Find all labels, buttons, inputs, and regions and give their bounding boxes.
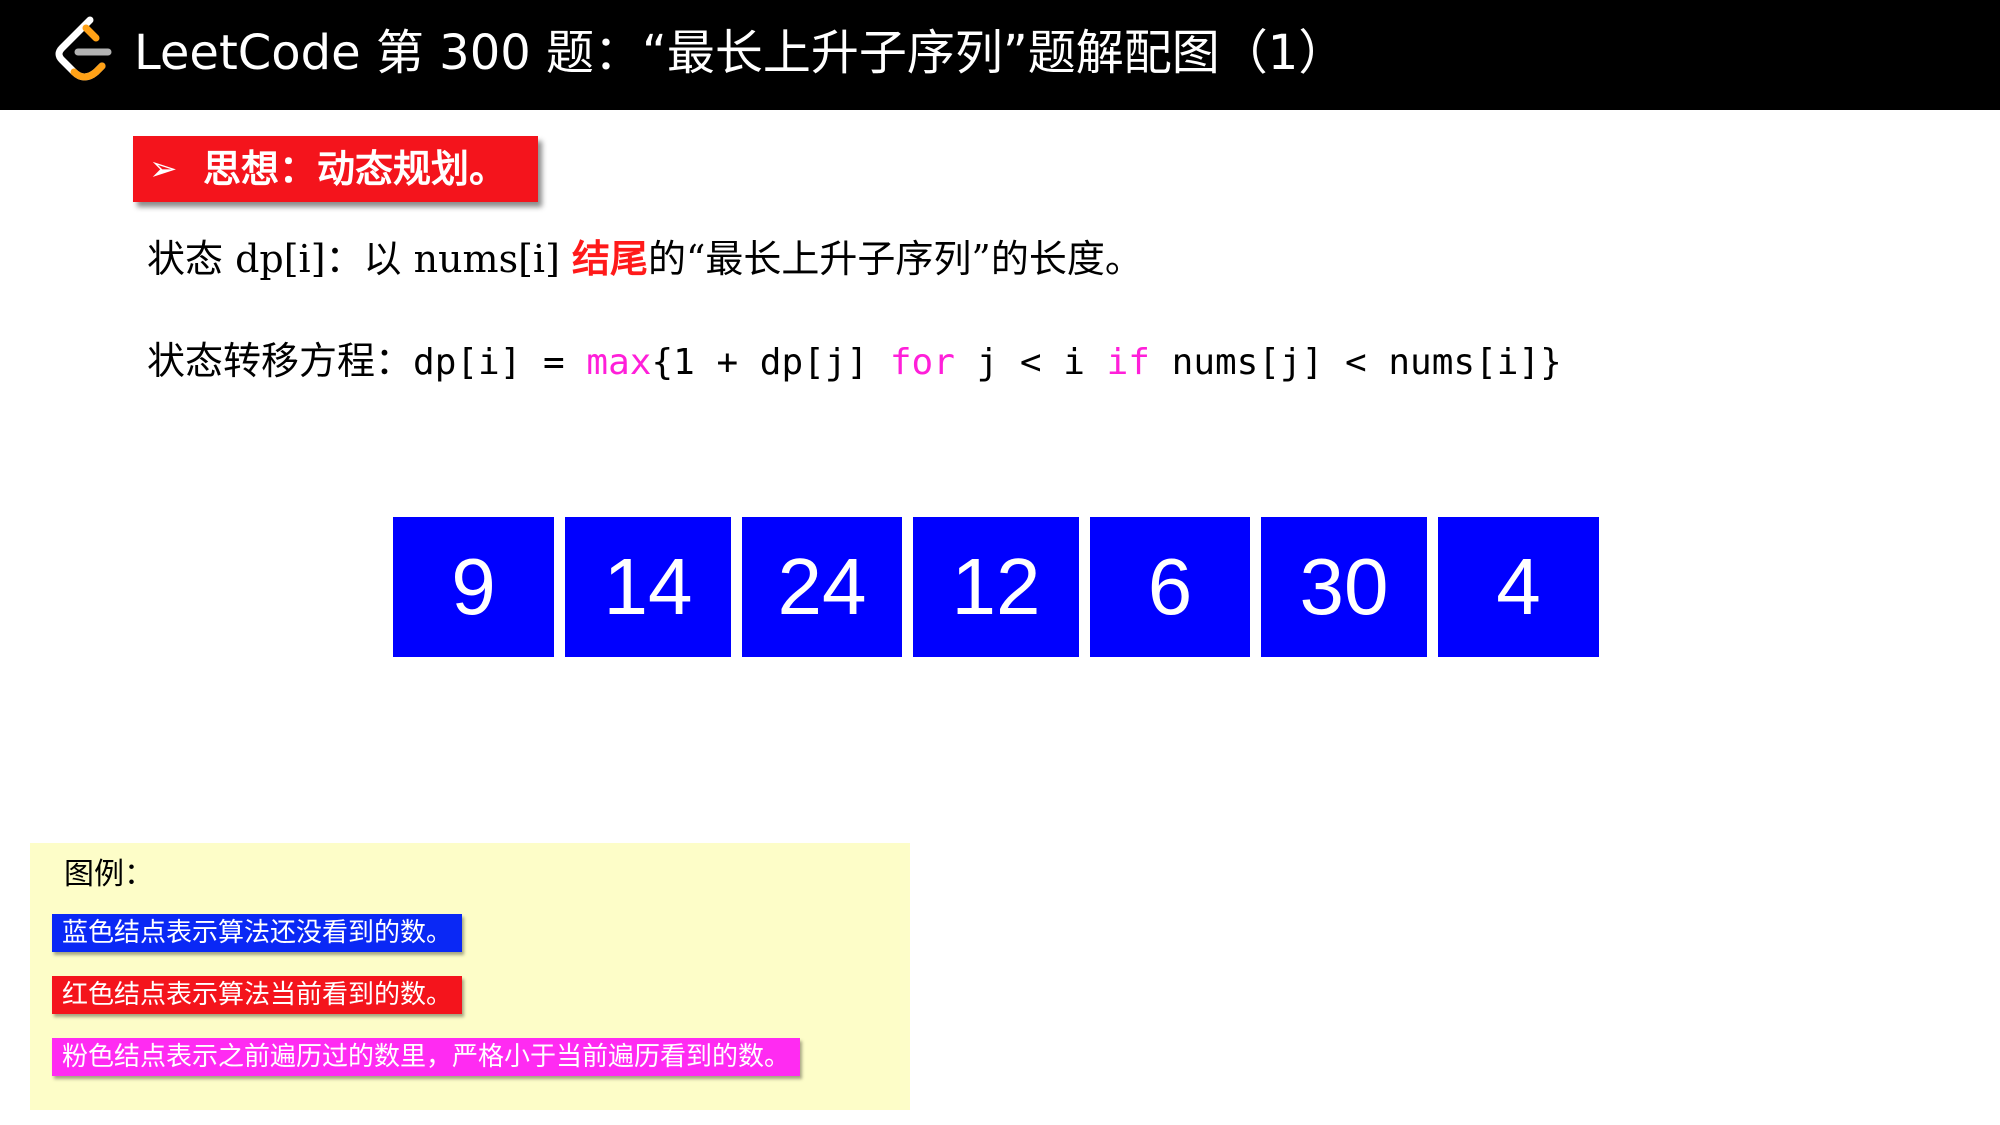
code-dp-term: {1 + dp[j] [651,342,890,383]
transition-equation: 状态转移方程：dp[i] = max{1 + dp[j] for j < i i… [147,328,1562,396]
array-cell: 24 [742,517,902,657]
keyword-for: for [889,342,955,383]
code-condition: j < i [954,342,1107,383]
legend-panel: 图例： 蓝色结点表示算法还没看到的数。 红色结点表示算法当前看到的数。 粉色结点… [30,843,910,1110]
idea-label: 思想：动态规划。 [203,146,508,191]
array-cell: 6 [1090,517,1250,657]
page-title: LeetCode 第 300 题：“最长上升子序列”题解配图（1） [134,25,1347,81]
array-cell: 4 [1438,517,1599,657]
state-suffix: 的“最长上升子序列”的长度。 [648,237,1143,281]
legend-item-pink: 粉色结点表示之前遍历过的数里，严格小于当前遍历看到的数。 [52,1038,801,1076]
array-cell: 14 [565,517,731,657]
legend-title: 图例： [64,857,154,892]
header-bar: LeetCode 第 300 题：“最长上升子序列”题解配图（1） [0,0,2000,110]
state-prefix: 状态 dp[i]：以 nums[i] [147,237,572,281]
leetcode-logo-icon [55,16,112,81]
code-dp-assign: dp[i] = [413,342,587,383]
array-cell: 9 [393,517,554,657]
array-cell: 12 [913,517,1079,657]
state-highlight: 结尾 [571,236,648,281]
transition-label: 状态转移方程： [147,339,414,383]
idea-banner: ➢ 思想：动态规划。 [133,136,538,202]
code-compare: nums[j] < nums[i]} [1149,342,1562,383]
keyword-if: if [1106,342,1150,383]
legend-item-blue: 蓝色结点表示算法还没看到的数。 [52,914,463,952]
state-definition: 状态 dp[i]：以 nums[i] 结尾的“最长上升子序列”的长度。 [147,226,1143,292]
legend-item-red: 红色结点表示算法当前看到的数。 [52,976,463,1014]
arrow-bullet-icon: ➢ [149,149,178,189]
keyword-max: max [586,342,652,383]
array-cell: 30 [1261,517,1427,657]
